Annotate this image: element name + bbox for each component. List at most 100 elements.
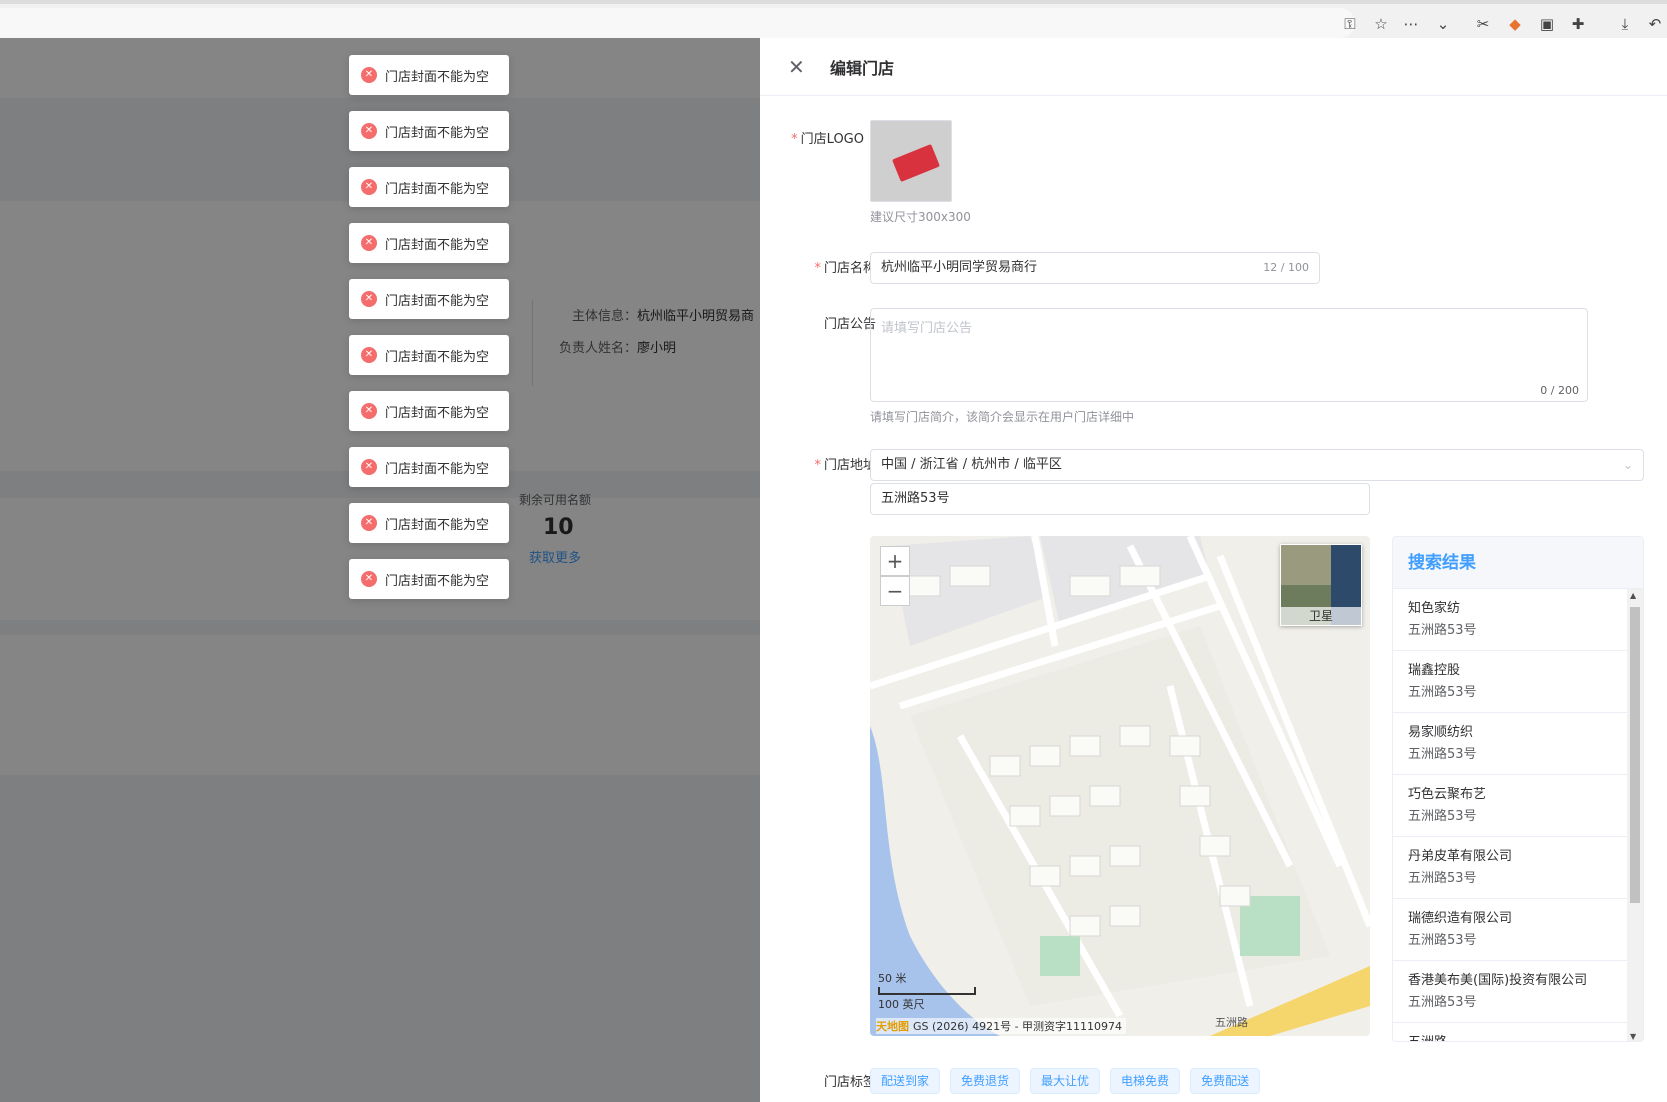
tags-label: 门店标签 [823, 1075, 876, 1090]
result-name: 瑞鑫控股 [1408, 663, 1461, 678]
drawer-title: 编辑门店 [830, 58, 895, 78]
address-bar[interactable] [0, 8, 1355, 38]
error-toast: ✕ 门店封面不能为空 [349, 223, 509, 263]
map-road-label: 五洲路 [1215, 1016, 1248, 1029]
toast-message: 门店封面不能为空 [385, 237, 490, 253]
map-building [1089, 785, 1121, 807]
map-building [1179, 785, 1211, 807]
toast-message: 门店封面不能为空 [385, 181, 490, 197]
map-copyright: 天地图 GS (2026) 4921号 - 甲测资字11110974 [876, 1018, 1127, 1034]
toast-message: 门店封面不能为空 [385, 461, 490, 477]
download-icon[interactable]: ⤓ [1614, 13, 1636, 35]
required-mark: * [814, 261, 821, 276]
scroll-up-arrow[interactable]: ▲ [1630, 591, 1636, 600]
result-address: 五洲路53号 [1408, 623, 1477, 638]
store-tag[interactable]: 免费配送 [1190, 1068, 1261, 1094]
map-building [1069, 915, 1101, 937]
map-building [1169, 735, 1201, 757]
map-building [1219, 885, 1251, 907]
error-circle-icon: ✕ [361, 235, 377, 251]
error-toast: ✕ 门店封面不能为空 [349, 391, 509, 431]
store-tag[interactable]: 电梯免费 [1110, 1068, 1181, 1094]
error-circle-icon: ✕ [361, 571, 377, 587]
result-address: 五洲路53号 [1408, 809, 1477, 824]
undo-icon[interactable]: ↶ [1644, 13, 1666, 35]
result-item[interactable]: 瑞鑫控股五洲路53号 [1393, 651, 1627, 713]
error-circle-icon: ✕ [361, 291, 377, 307]
star-icon[interactable]: ☆ [1370, 13, 1392, 35]
result-address: 五洲路53号 [1408, 685, 1477, 700]
map-building [1009, 805, 1041, 827]
error-toast: ✕ 门店封面不能为空 [349, 111, 509, 151]
logo-image [892, 144, 940, 182]
toast-message: 门店封面不能为空 [385, 405, 490, 421]
error-toast: ✕ 门店封面不能为空 [349, 447, 509, 487]
required-mark: * [791, 132, 798, 147]
toast-message: 门店封面不能为空 [385, 573, 490, 589]
close-icon[interactable]: ✕ [788, 57, 808, 77]
error-circle-icon: ✕ [361, 459, 377, 475]
search-results-panel: 搜索结果 知色家纺 五洲路53号 瑞鑫控股 五洲路53号 易家顺纺织 五洲路53号 巧色云聚… [1392, 536, 1644, 1042]
result-name: 五洲路 [1408, 1032, 1612, 1041]
chevron-down-icon[interactable]: ⌄ [1432, 13, 1454, 35]
result-item[interactable]: 香港美布美(国际)投资有限公司 五洲路53号 [1393, 961, 1627, 1023]
map-building [1069, 575, 1111, 597]
result-address: 五洲路53号 [1408, 995, 1477, 1010]
error-toast: ✕ 门店封面不能为空 [349, 559, 509, 599]
result-name: 瑞德织造有限公司 [1408, 911, 1513, 926]
window-icon[interactable]: ▣ [1536, 13, 1558, 35]
street-address-input[interactable]: 五洲路53号 [870, 483, 1370, 515]
logo-hint: 建议尺寸300x300 [870, 210, 971, 224]
error-circle-icon: ✕ [361, 123, 377, 139]
error-circle-icon: ✕ [361, 515, 377, 531]
map-building [1049, 795, 1081, 817]
notice-hint: 请填写门店简介，该简介会显示在用户门店详细中 [870, 410, 1135, 424]
toast-message: 门店封面不能为空 [385, 517, 490, 533]
store-tag[interactable]: 配送到家 [870, 1068, 941, 1094]
puzzle-icon[interactable]: ✚ [1567, 13, 1589, 35]
error-toast: ✕ 门店封面不能为空 [349, 279, 509, 319]
zoom-out-button[interactable]: − [880, 576, 910, 606]
notice-textarea[interactable]: 请填写门店公告 0 / 200 [870, 308, 1588, 402]
scissors-icon[interactable]: ✂ [1472, 13, 1494, 35]
logo-label: * 门店LOGO [791, 132, 864, 147]
store-tag[interactable]: 最大让优 [1030, 1068, 1101, 1094]
satellite-toggle[interactable]: 卫星 [1280, 544, 1362, 626]
store-name-input[interactable]: 杭州临平小明同学贸易商行 12 / 100 [870, 252, 1320, 284]
address-label: * 门店地址 [814, 458, 876, 473]
map-brand-logo: 天地图 [876, 1020, 909, 1033]
result-item[interactable]: 易家顺纺织 五洲路53号 [1393, 713, 1627, 775]
result-name: 香港美布美(国际)投资有限公司 [1408, 973, 1588, 988]
scale-feet: 100 英尺 [878, 998, 925, 1011]
results-scrollbar[interactable]: ▲ ▼ [1627, 589, 1643, 1041]
store-tag[interactable]: 免费退货 [950, 1068, 1021, 1094]
result-address: 五洲路53号 [1408, 747, 1477, 762]
error-circle-icon: ✕ [361, 347, 377, 363]
key-icon[interactable]: ⚿ [1339, 13, 1361, 35]
error-circle-icon: ✕ [361, 67, 377, 83]
scroll-down-arrow[interactable]: ▼ [1630, 1032, 1636, 1041]
map-view[interactable]: 五洲路 + − 卫星 50 米 100 英尺 天地图 GS (2026) 4921… [870, 536, 1370, 1036]
drawer-header: ✕ 编辑门店 [760, 38, 1667, 96]
more-icon[interactable]: ⋯ [1400, 13, 1422, 35]
result-item[interactable]: 瑞德织造有限公司 五洲路53号 [1393, 899, 1627, 961]
scale-bar [878, 987, 976, 995]
required-mark: * [814, 458, 821, 473]
result-item[interactable]: 丹弟皮革有限公司 五洲路53号 [1393, 837, 1627, 899]
map-building [949, 565, 991, 587]
error-toast: ✕ 门店封面不能为空 [349, 167, 509, 207]
scroll-thumb[interactable] [1630, 607, 1640, 903]
region-cascader[interactable]: 中国 / 浙江省 / 杭州市 / 临平区 ⌄ [870, 449, 1644, 481]
result-item[interactable]: 知色家纺 五洲路53号 [1393, 589, 1627, 651]
error-toast: ✕ 门店封面不能为空 [349, 55, 509, 95]
result-item[interactable]: 五洲路 [1393, 1023, 1627, 1041]
map-building [989, 755, 1021, 777]
logo-upload[interactable] [870, 120, 952, 202]
map-building [1109, 905, 1141, 927]
fox-extension-icon[interactable]: ◆ [1504, 13, 1526, 35]
error-circle-icon: ✕ [361, 403, 377, 419]
result-address: 五洲路53号 [1408, 871, 1477, 886]
zoom-in-button[interactable]: + [880, 546, 910, 576]
result-item[interactable]: 巧色云聚布艺 五洲路53号 [1393, 775, 1627, 837]
map-scale: 50 米 100 英尺 [878, 970, 976, 1012]
